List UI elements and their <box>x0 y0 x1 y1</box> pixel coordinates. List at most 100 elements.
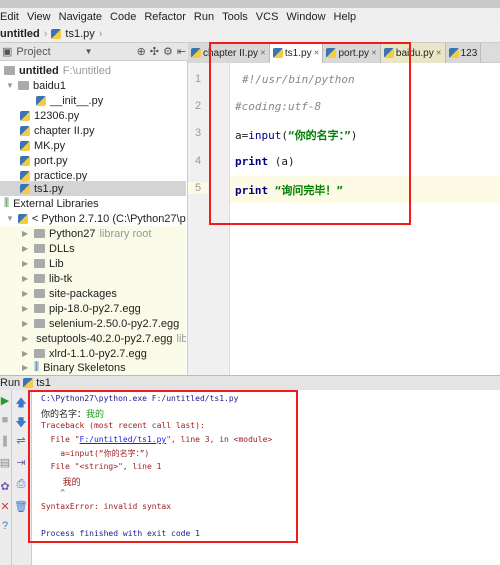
item-label: lib-tk <box>49 272 73 285</box>
python-icon <box>17 213 28 224</box>
item-label: setuptools-40.2.0-py2.7.egg <box>36 332 173 345</box>
library-icon: ⫼ <box>34 361 40 373</box>
item-label: ts1.py <box>34 182 64 195</box>
hide-icon[interactable]: ⇤ <box>177 45 186 58</box>
collapse-icon[interactable]: ✣ <box>150 45 159 58</box>
expand-icon[interactable]: ▶ <box>22 229 30 238</box>
tree-lib[interactable]: ▶ DLLs <box>0 241 186 256</box>
tab-123[interactable]: 123 <box>445 43 482 63</box>
folder-icon <box>34 304 45 313</box>
menu-refactor[interactable]: Refactor <box>144 11 186 23</box>
expand-icon[interactable]: ▶ <box>22 363 30 372</box>
chevron-down-icon[interactable]: ▼ <box>85 47 93 56</box>
soft-wrap-icon[interactable]: ⇌ <box>14 434 28 447</box>
tree-lib[interactable]: ▶ setuptools-40.2.0-py2.7.egglibra <box>0 331 186 346</box>
pause-icon[interactable]: ❚ <box>0 434 12 447</box>
expand-icon[interactable]: ▶ <box>22 349 30 358</box>
expand-icon[interactable]: ▶ <box>22 259 30 268</box>
expand-icon[interactable]: ▶ <box>22 289 30 298</box>
item-label: pip-18.0-py2.7.egg <box>49 302 141 315</box>
tree-lib[interactable]: ▶ site-packages <box>0 286 186 301</box>
arrow-down-icon[interactable]: 🡇 <box>14 414 28 433</box>
title-bar <box>0 0 500 8</box>
settings-icon[interactable]: ✿ <box>0 480 12 493</box>
stop-icon[interactable]: ■ <box>0 414 12 426</box>
menu-run[interactable]: Run <box>194 11 214 23</box>
python-file-icon <box>448 48 459 58</box>
expand-icon[interactable]: ▼ <box>6 81 14 90</box>
tree-root[interactable]: untitled F:\untitled <box>4 63 190 78</box>
item-label: __init__.py <box>50 94 104 107</box>
folder-icon <box>34 349 45 358</box>
tree-item-chapter[interactable]: chapter II.py <box>20 123 186 138</box>
python-file-icon <box>191 48 201 58</box>
project-view-selector[interactable]: Project <box>16 46 50 58</box>
expand-icon[interactable]: ▶ <box>22 304 30 313</box>
line-number: 5 <box>188 182 208 194</box>
python-file-icon <box>20 140 30 151</box>
tree-item-12306[interactable]: 12306.py <box>20 108 186 123</box>
tree-lib[interactable]: ▶ Lib <box>0 256 186 271</box>
line-number: 2 <box>194 100 202 112</box>
folder-icon <box>34 319 45 328</box>
item-label: xlrd-1.1.0-py2.7.egg <box>49 347 147 360</box>
arrow-up-icon[interactable]: 🡅 <box>14 394 28 413</box>
breadcrumb-project[interactable]: untitled <box>0 28 40 40</box>
expand-icon[interactable]: ▼ <box>6 214 14 223</box>
python-file-icon <box>20 170 30 181</box>
print-icon[interactable]: ⎙ <box>14 478 28 491</box>
close-icon[interactable]: ✕ <box>0 500 12 513</box>
scroll-from-source-icon[interactable]: ⊕ <box>137 45 146 58</box>
folder-icon <box>34 229 45 238</box>
menu-view[interactable]: View <box>27 11 51 23</box>
breadcrumb-separator: › <box>98 27 103 40</box>
tree-lib[interactable]: ▶ Python27 library root <box>0 226 186 241</box>
item-label: DLLs <box>49 242 75 255</box>
breadcrumb-file[interactable]: ts1.py <box>65 28 94 40</box>
tree-external-libraries[interactable]: ⫼ External Libraries <box>4 196 186 211</box>
menu-tools[interactable]: Tools <box>222 11 248 23</box>
tree-item-mk[interactable]: MK.py <box>20 138 186 153</box>
tree-lib[interactable]: ▶ pip-18.0-py2.7.egg <box>0 301 186 316</box>
menu-vcs[interactable]: VCS <box>256 11 279 23</box>
tree-python-sdk[interactable]: ▼ < Python 2.7.10 (C:\Python27\python. <box>6 211 186 226</box>
folder-icon <box>18 81 29 90</box>
menu-edit[interactable]: Edit <box>0 11 19 23</box>
close-icon[interactable]: ✕ <box>436 49 442 57</box>
help-icon[interactable]: ? <box>0 520 12 532</box>
layout-icon[interactable]: ▤ <box>0 456 12 469</box>
run-panel-header: Run ts1 <box>0 375 500 390</box>
tree-item-port[interactable]: port.py <box>20 153 186 168</box>
library-root-label: library root <box>99 227 152 240</box>
line-number: 3 <box>194 127 202 139</box>
tree-lib[interactable]: ▶ ⫼ Binary Skeletons <box>0 360 186 375</box>
menu-window[interactable]: Window <box>286 11 325 23</box>
item-label: port.py <box>34 154 68 167</box>
root-label: untitled <box>19 64 59 77</box>
python-file-icon <box>23 378 34 388</box>
expand-icon[interactable]: ▶ <box>22 274 30 283</box>
tree-item-ts1[interactable]: ts1.py <box>0 181 186 196</box>
item-label: External Libraries <box>13 197 99 210</box>
tree-item-init[interactable]: __init__.py <box>36 93 186 108</box>
python-file-icon <box>20 125 30 136</box>
expand-icon[interactable]: ▶ <box>22 244 30 253</box>
expand-icon[interactable]: ▶ <box>22 319 30 328</box>
run-tab[interactable]: ts1 <box>36 377 51 389</box>
tree-lib[interactable]: ▶ selenium-2.50.0-py2.7.egg <box>0 316 186 331</box>
python-file-icon <box>20 183 30 194</box>
tree-item-baidu1[interactable]: ▼ baidu1 <box>6 78 192 93</box>
rerun-icon[interactable]: ▶ <box>0 394 12 407</box>
run-toolbar: ▶ ■ ❚ ▤ ✿ ✕ ? <box>0 390 12 565</box>
menu-code[interactable]: Code <box>110 11 136 23</box>
item-label: chapter II.py <box>34 124 95 137</box>
item-label: 12306.py <box>34 109 80 122</box>
tree-lib[interactable]: ▶ lib-tk <box>0 271 186 286</box>
gear-icon[interactable]: ⚙ <box>163 45 173 58</box>
scroll-to-end-icon[interactable]: ⇥ <box>14 456 28 469</box>
trash-icon[interactable]: 🗑 <box>14 500 28 513</box>
menu-navigate[interactable]: Navigate <box>59 11 102 23</box>
tree-lib[interactable]: ▶ xlrd-1.1.0-py2.7.egg <box>0 346 186 361</box>
menu-help[interactable]: Help <box>334 11 357 23</box>
expand-icon[interactable]: ▶ <box>22 334 28 343</box>
